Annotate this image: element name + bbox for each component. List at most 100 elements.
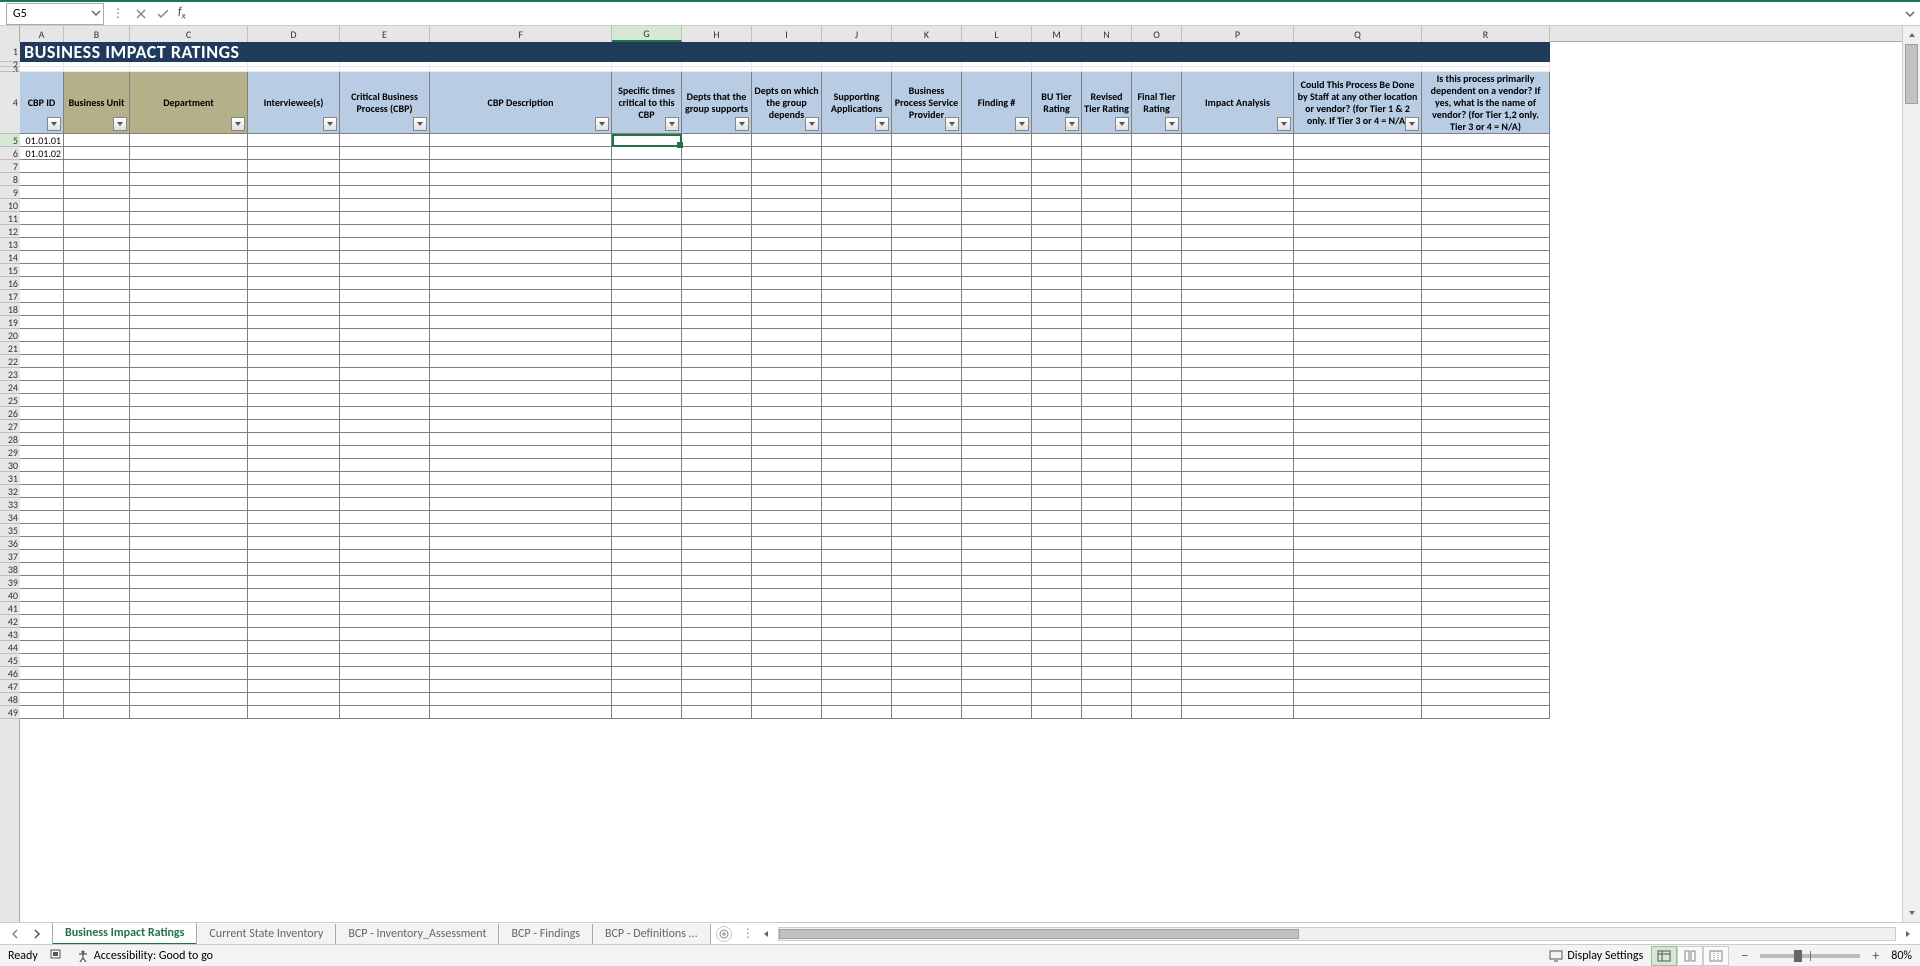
cell-N21[interactable] (1082, 342, 1132, 355)
cell-I10[interactable] (752, 199, 822, 212)
cell-A31[interactable] (20, 472, 64, 485)
cell-K38[interactable] (892, 563, 962, 576)
cell-O7[interactable] (1132, 160, 1182, 173)
cell-E11[interactable] (340, 212, 430, 225)
cell-E44[interactable] (340, 641, 430, 654)
cell-H30[interactable] (682, 459, 752, 472)
cell-C19[interactable] (130, 316, 248, 329)
cell-M46[interactable] (1032, 667, 1082, 680)
cell-I16[interactable] (752, 277, 822, 290)
cell-I39[interactable] (752, 576, 822, 589)
cell-G23[interactable] (612, 368, 682, 381)
cell-L12[interactable] (962, 225, 1032, 238)
cell-C35[interactable] (130, 524, 248, 537)
formula-input[interactable] (190, 3, 1900, 25)
cell-R35[interactable] (1422, 524, 1550, 537)
header-B[interactable]: Business Unit (64, 72, 130, 134)
cell-D18[interactable] (248, 303, 340, 316)
cell-N15[interactable] (1082, 264, 1132, 277)
prev-sheet-button[interactable] (6, 925, 24, 943)
cell-N13[interactable] (1082, 238, 1132, 251)
cell-H20[interactable] (682, 329, 752, 342)
cell-F42[interactable] (430, 615, 612, 628)
cell-R43[interactable] (1422, 628, 1550, 641)
cell-N23[interactable] (1082, 368, 1132, 381)
row-header-49[interactable]: 49 (0, 706, 20, 719)
cell-D20[interactable] (248, 329, 340, 342)
cell-E13[interactable] (340, 238, 430, 251)
cell-C20[interactable] (130, 329, 248, 342)
header-L[interactable]: Finding # (962, 72, 1032, 134)
cell-N19[interactable] (1082, 316, 1132, 329)
cell-C48[interactable] (130, 693, 248, 706)
cell-N39[interactable] (1082, 576, 1132, 589)
cell-O9[interactable] (1132, 186, 1182, 199)
cell-C28[interactable] (130, 433, 248, 446)
col-header-R[interactable]: R (1422, 26, 1550, 42)
cell-G20[interactable] (612, 329, 682, 342)
cell-I34[interactable] (752, 511, 822, 524)
cell-H28[interactable] (682, 433, 752, 446)
cell-D37[interactable] (248, 550, 340, 563)
cell-A42[interactable] (20, 615, 64, 628)
cell-I27[interactable] (752, 420, 822, 433)
cell-N41[interactable] (1082, 602, 1132, 615)
cell-I42[interactable] (752, 615, 822, 628)
cell-K6[interactable] (892, 147, 962, 160)
cell-G32[interactable] (612, 485, 682, 498)
row-header-43[interactable]: 43 (0, 628, 20, 641)
cell-A17[interactable] (20, 290, 64, 303)
header-H[interactable]: Depts that the group supports (682, 72, 752, 134)
cell-P32[interactable] (1182, 485, 1294, 498)
cell-G30[interactable] (612, 459, 682, 472)
cell-Q29[interactable] (1294, 446, 1422, 459)
cell-I6[interactable] (752, 147, 822, 160)
cell-N42[interactable] (1082, 615, 1132, 628)
cell-Q49[interactable] (1294, 706, 1422, 719)
cell-M39[interactable] (1032, 576, 1082, 589)
cell-G34[interactable] (612, 511, 682, 524)
cell-A5[interactable]: 01.01.01 (20, 134, 64, 147)
cell-D35[interactable] (248, 524, 340, 537)
cell-J10[interactable] (822, 199, 892, 212)
cell-R46[interactable] (1422, 667, 1550, 680)
cell-N45[interactable] (1082, 654, 1132, 667)
cell-Q38[interactable] (1294, 563, 1422, 576)
cell-C11[interactable] (130, 212, 248, 225)
cell-E49[interactable] (340, 706, 430, 719)
cell-E38[interactable] (340, 563, 430, 576)
cell-Q25[interactable] (1294, 394, 1422, 407)
cell-G45[interactable] (612, 654, 682, 667)
cell-K29[interactable] (892, 446, 962, 459)
row-header-14[interactable]: 14 (0, 251, 20, 264)
cell-C40[interactable] (130, 589, 248, 602)
cell-Q16[interactable] (1294, 277, 1422, 290)
cell-A38[interactable] (20, 563, 64, 576)
cell-I8[interactable] (752, 173, 822, 186)
row-header-42[interactable]: 42 (0, 615, 20, 628)
cell-D16[interactable] (248, 277, 340, 290)
cell-O39[interactable] (1132, 576, 1182, 589)
expand-formula-bar-icon[interactable] (1900, 9, 1920, 19)
row-header-22[interactable]: 22 (0, 355, 20, 368)
cell-K23[interactable] (892, 368, 962, 381)
cell-P20[interactable] (1182, 329, 1294, 342)
cell-I25[interactable] (752, 394, 822, 407)
cell-P25[interactable] (1182, 394, 1294, 407)
cell-K27[interactable] (892, 420, 962, 433)
cell-H18[interactable] (682, 303, 752, 316)
header-F[interactable]: CBP Description (430, 72, 612, 134)
cell-O41[interactable] (1132, 602, 1182, 615)
cell-Q31[interactable] (1294, 472, 1422, 485)
cell-N9[interactable] (1082, 186, 1132, 199)
cell-C12[interactable] (130, 225, 248, 238)
cell-F10[interactable] (430, 199, 612, 212)
cell-B36[interactable] (64, 537, 130, 550)
cell-D32[interactable] (248, 485, 340, 498)
cell-E37[interactable] (340, 550, 430, 563)
row-header-30[interactable]: 30 (0, 459, 20, 472)
cell-H43[interactable] (682, 628, 752, 641)
cell-J43[interactable] (822, 628, 892, 641)
cell-M31[interactable] (1032, 472, 1082, 485)
cell-H33[interactable] (682, 498, 752, 511)
